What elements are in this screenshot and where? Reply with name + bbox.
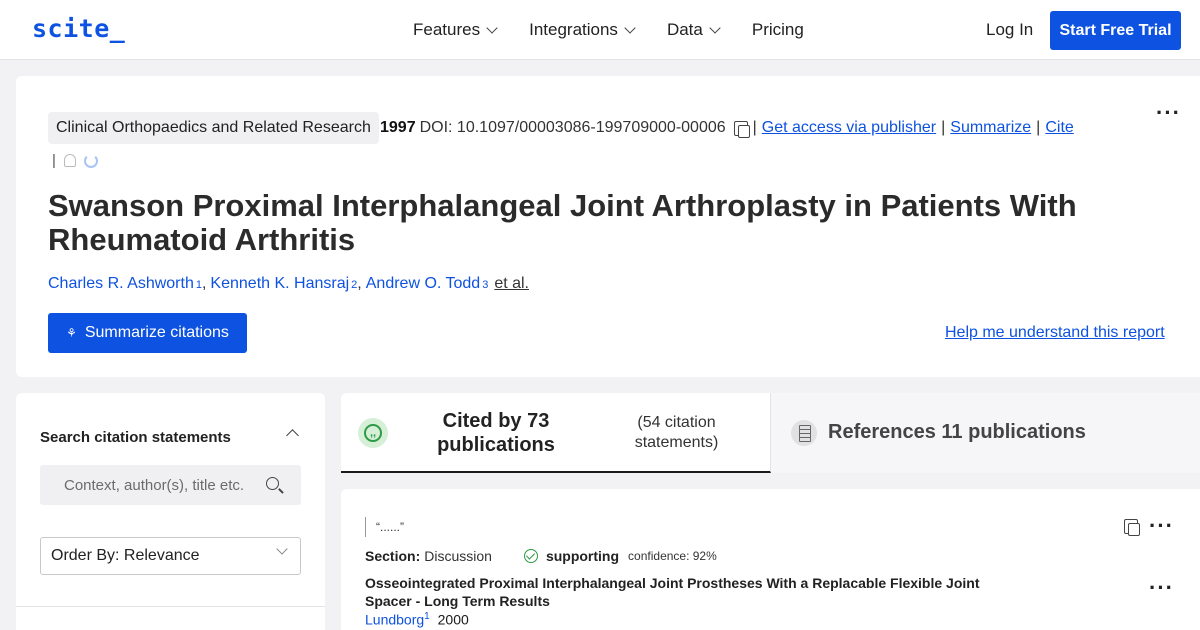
author-list: Charles R. Ashworth 1, Kenneth K. Hansraj…	[48, 275, 529, 293]
author-link[interactable]: Andrew O. Todd	[366, 275, 480, 293]
magic-wand-icon: ⚘	[66, 326, 77, 340]
start-free-trial-button[interactable]: Start Free Trial	[1050, 11, 1181, 50]
check-circle-icon	[523, 549, 538, 563]
section-value: Discussion	[424, 548, 492, 564]
citing-publication-title[interactable]: Osseointegrated Proximal Interphalangeal…	[365, 574, 1025, 610]
chevron-down-icon	[486, 21, 498, 34]
copy-icon[interactable]	[1124, 519, 1140, 536]
separator: ,	[201, 275, 207, 292]
author-link[interactable]: Kenneth K. Hansraj	[210, 275, 349, 293]
author-link[interactable]: Charles R. Ashworth	[48, 275, 194, 293]
citation-search-input[interactable]: Context, author(s), title etc.	[40, 465, 301, 505]
nav-integrations[interactable]: Integrations	[529, 20, 636, 40]
summarize-link[interactable]: Summarize	[950, 119, 1031, 137]
quote-icon: ,,	[358, 418, 388, 448]
summarize-citations-label: Summarize citations	[84, 324, 229, 341]
main-menu: Features Integrations Data Pricing	[413, 20, 837, 40]
citing-author-link[interactable]: Lundborg	[365, 612, 424, 628]
nav-data[interactable]: Data	[666, 20, 721, 40]
get-access-link[interactable]: Get access via publisher	[762, 119, 936, 137]
nav-integrations-label: Integrations	[529, 20, 618, 39]
chevron-down-icon	[276, 543, 288, 555]
journal-badge[interactable]: Clinical Orthopaedics and Related Resear…	[48, 112, 379, 144]
citing-publication-meta: Lundborg1 2000	[365, 611, 469, 628]
tab-references[interactable]: References 11 publications	[771, 393, 1200, 473]
document-icon	[791, 420, 817, 446]
citation-statements-count: (54 citation statements)	[634, 414, 719, 451]
paper-header-card: Clinical Orthopaedics and Related Resear…	[16, 76, 1200, 377]
scite-logo[interactable]: scite_	[32, 14, 125, 43]
confidence-score: confidence: 92%	[628, 549, 717, 563]
paper-doi: DOI: 10.1097/00003086-199709000-00006	[419, 119, 726, 136]
search-icon[interactable]	[266, 477, 279, 490]
nav-features[interactable]: Features	[413, 20, 498, 40]
sidebar-heading: Search citation statements	[40, 429, 231, 446]
citation-tabs: ,, Cited by 73 publications (54 citation…	[341, 393, 1200, 473]
chevron-down-icon	[624, 21, 636, 34]
nav-data-label: Data	[666, 20, 703, 39]
bell-icon[interactable]	[63, 154, 76, 167]
summarize-citations-button[interactable]: ⚘ Summarize citations	[48, 313, 247, 353]
more-options-icon[interactable]: ···	[1156, 100, 1181, 126]
separator: ,	[357, 275, 362, 292]
et-al-link[interactable]: et al.	[494, 275, 529, 293]
paper-year: 1997	[380, 119, 416, 136]
nav-features-label: Features	[413, 20, 481, 39]
order-by-value: Order By: Relevance	[51, 547, 200, 564]
top-navbar: scite_ Features Integrations Data Pricin…	[0, 0, 1200, 60]
more-options-icon[interactable]: ···	[1149, 513, 1174, 539]
author-affiliation: 1	[424, 611, 430, 622]
divider	[16, 606, 325, 607]
nav-pricing[interactable]: Pricing	[752, 20, 804, 40]
citation-type: supporting	[545, 548, 620, 564]
author-affiliation: 3	[482, 279, 489, 291]
copy-icon[interactable]	[733, 120, 750, 138]
citing-publication-year: 2000	[437, 611, 469, 628]
paper-title: Swanson Proximal Interphalangeal Joint A…	[48, 188, 1077, 257]
section-label: Section:	[365, 548, 421, 564]
cite-link[interactable]: Cite	[1045, 119, 1073, 137]
separator: |	[52, 152, 56, 169]
chevron-up-icon[interactable]	[286, 429, 299, 442]
references-count: References 11 publications	[828, 421, 1086, 443]
citation-quote: “......”	[365, 517, 404, 537]
citation-card: “......” ··· Section: Discussion support…	[341, 489, 1200, 630]
paper-meta: 1997 DOI: 10.1097/00003086-199709000-000…	[380, 119, 1074, 138]
separator: |	[752, 119, 757, 136]
nav-pricing-label: Pricing	[751, 20, 804, 39]
tab-cited-by[interactable]: ,, Cited by 73 publications (54 citation…	[341, 393, 771, 473]
citation-section: Section: Discussion supporting confidenc…	[365, 548, 717, 564]
loading-spinner-icon	[83, 153, 98, 168]
separator: |	[1036, 119, 1041, 136]
cited-by-count: Cited by 73 publications	[437, 410, 555, 456]
more-options-icon[interactable]: ···	[1149, 575, 1174, 601]
order-by-select[interactable]: Order By: Relevance	[40, 537, 301, 575]
citation-search-sidebar: Search citation statements Context, auth…	[16, 393, 325, 630]
separator: |	[941, 119, 946, 136]
help-understand-link[interactable]: Help me understand this report	[945, 324, 1165, 342]
search-placeholder: Context, author(s), title etc.	[64, 476, 245, 494]
login-link[interactable]: Log In	[986, 20, 1033, 40]
chevron-down-icon	[709, 21, 721, 34]
paper-actions: |	[52, 152, 98, 169]
